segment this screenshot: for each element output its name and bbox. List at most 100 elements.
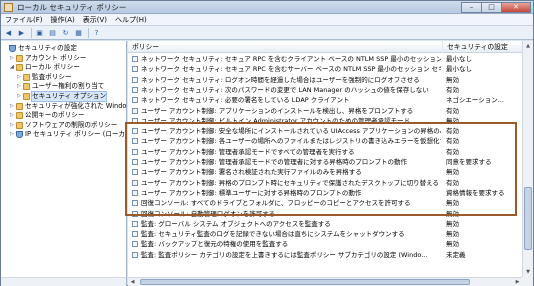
table-row[interactable]: ネットワーク セキュリティ: セキュア RPC を含むサーバー ベースの NTL… — [128, 64, 522, 74]
scroll-left-icon[interactable]: ◀ — [128, 278, 137, 286]
expander-icon[interactable]: ▷ — [17, 92, 22, 101]
policy-setting: ネゴシエーション... — [446, 96, 504, 105]
help-icon[interactable]: ? — [91, 28, 102, 38]
table-row[interactable]: 監査: 監査ポリシー カテゴリの設定を上書きするには監査ポリシー サブカテゴリの… — [128, 250, 522, 260]
horizontal-scroll-thumb[interactable] — [140, 279, 470, 285]
table-row[interactable]: 回復コンソール: 自動管理ログオンを許可する 無効 — [128, 209, 522, 219]
policy-icon — [132, 128, 138, 135]
policy-setting: 有効 — [446, 106, 459, 115]
policy-setting: 無効 — [446, 199, 459, 208]
policy-name: 回復コンソール: 自動管理ログオンを許可する — [141, 209, 276, 218]
menu-help[interactable]: ヘルプ(H) — [111, 14, 151, 25]
tree-item[interactable]: ▷ 監査ポリシー — [17, 73, 72, 82]
table-row[interactable]: ネットワーク セキュリティ: ログオン時間を経過した場合はユーザーを強制的にログ… — [128, 75, 522, 85]
tree-horizontal-scrollbar[interactable] — [1, 277, 127, 286]
table-row[interactable]: ネットワーク セキュリティ: セキュア RPC を含むクライアント ベースの N… — [128, 54, 522, 64]
table-row[interactable]: ネットワーク セキュリティ: 次のパスワードの変更で LAN Manager の… — [128, 85, 522, 95]
policy-name: ネットワーク セキュリティ: ログオン時間を経過した場合はユーザーを強制的にログ… — [141, 75, 420, 84]
tree-item[interactable]: ▷ IP セキュリティ ポリシー (ローカル — [10, 130, 126, 139]
column-header-setting[interactable]: セキュリティの設定 — [443, 41, 522, 53]
expander-icon[interactable]: ▷ — [10, 121, 15, 130]
expander-icon[interactable]: ▷ — [10, 102, 15, 111]
policy-name: 監査: 監査ポリシー カテゴリの設定を上書きするには監査ポリシー サブカテゴリの… — [141, 250, 428, 259]
tree-item[interactable]: ▷ アカウント ポリシー — [10, 54, 86, 63]
policy-name: ネットワーク セキュリティ: 次のパスワードの変更で LAN Manager の… — [141, 85, 429, 94]
table-row[interactable]: ユーザー アカウント制御: 管理者承認モードでの管理者に対する昇格時のプロンプト… — [128, 157, 522, 167]
policy-icon — [132, 189, 138, 196]
expander-icon[interactable]: ▷ — [17, 73, 22, 82]
policy-list: ポリシー セキュリティの設定 ネットワーク セキュリティ: セキュア RPC を… — [128, 41, 522, 277]
minimize-button[interactable]: – — [461, 2, 481, 13]
tree-item[interactable]: ▷ セキュリティが強化された Windows — [10, 101, 127, 111]
table-row[interactable]: ユーザー アカウント制御: 各ユーザーの場所へのファイルまたはレジストリの書き込… — [128, 136, 522, 146]
show-hide-tree-icon[interactable]: ▤ — [47, 28, 58, 38]
up-icon[interactable]: ▣ — [34, 28, 45, 38]
export-icon[interactable]: ▦ — [73, 28, 84, 38]
policy-icon — [132, 179, 138, 186]
expander-icon[interactable]: ▷ — [10, 130, 15, 139]
table-row[interactable]: 監査: バックアップと復元の特権の使用を監査する 無効 — [128, 239, 522, 249]
tree-item[interactable]: ▷ ユーザー権利の割り当て — [17, 82, 104, 91]
vertical-scrollbar[interactable]: ▲ ▼ — [522, 41, 533, 277]
column-header-policy[interactable]: ポリシー — [128, 41, 443, 53]
policy-icon — [132, 169, 138, 176]
maximize-button[interactable]: □ — [481, 2, 501, 13]
tree-item[interactable]: セキュリティの設定 — [3, 44, 77, 53]
policy-name: ユーザー アカウント制御: 各ユーザーの場所へのファイルまたはレジストリの書き込… — [141, 137, 441, 146]
shield-icon — [9, 45, 16, 52]
expander-icon[interactable]: ▷ — [10, 111, 15, 120]
table-row[interactable]: 回復コンソール: すべてのドライブとフォルダに、フロッピーのコピーとアクセスを許… — [128, 198, 522, 208]
menu-view[interactable]: 表示(V) — [79, 14, 111, 25]
menu-file[interactable]: ファイル(F) — [1, 14, 47, 25]
forward-icon[interactable]: ▶ — [16, 28, 27, 38]
table-row[interactable]: ユーザー アカウント制御: 標準ユーザーに対する昇格時のプロンプトの動作 資格情報… — [128, 188, 522, 198]
policy-name: 監査: グローバル システム オブジェクトへのアクセスを監査する — [141, 219, 331, 228]
table-row[interactable]: 監査: グローバル システム オブジェクトへのアクセスを監査する 無効 — [128, 219, 522, 229]
policy-setting: 最小なし — [446, 65, 472, 74]
table-row[interactable]: 監査: セキュリティ監査のログを記録できない場合は直ちにシステムをシャットダウン… — [128, 229, 522, 239]
expander-icon[interactable]: ▷ — [17, 82, 22, 91]
policy-name: ユーザー アカウント制御: ビルトイン Administrator アカウントの… — [141, 116, 411, 125]
tree-item[interactable]: ▷ 公開キーのポリシー — [10, 111, 84, 120]
folder-icon — [16, 121, 23, 129]
policy-setting: 無効 — [446, 75, 459, 84]
list-header: ポリシー セキュリティの設定 — [128, 41, 522, 53]
expander-icon[interactable]: ◢ — [10, 63, 15, 72]
close-button[interactable]: ✕ — [501, 2, 531, 13]
table-row[interactable]: ユーザー アカウント制御: 昇格のプロンプト時にセキュリティで保護されたデスクト… — [128, 178, 522, 188]
policy-name: 監査: バックアップと復元の特権の使用を監査する — [141, 240, 289, 249]
table-row[interactable]: ユーザー アカウント制御: 署名され検証された実行ファイルのみを昇格する 無効 — [128, 167, 522, 177]
policy-setting: 無効 — [446, 116, 459, 125]
toolbar: ◀ ▶ ▣ ▤ ↻ ▦ ? — [1, 26, 533, 40]
table-row[interactable]: ユーザー アカウント制御: 管理者承認モードですべての管理者を実行する 有効 — [128, 147, 522, 157]
table-row[interactable]: ネットワーク セキュリティ: 必要の署名をしている LDAP クライアント ネゴシ… — [128, 95, 522, 105]
policy-setting: 最小なし — [446, 55, 472, 63]
scrollbar-corner — [522, 277, 533, 286]
tree-item[interactable]: ▷ セキュリティ オプション — [17, 91, 108, 102]
policy-name: ユーザー アカウント制御: 標準ユーザーに対する昇格時のプロンプトの動作 — [141, 188, 362, 197]
scroll-right-icon[interactable]: ▶ — [513, 278, 522, 286]
folder-icon — [16, 54, 23, 62]
table-row[interactable]: ユーザー アカウント制御: ビルトイン Administrator アカウントの… — [128, 116, 522, 126]
refresh-icon[interactable]: ↻ — [60, 28, 71, 38]
table-row[interactable]: ユーザー アカウント制御: アプリケーションのインストールを検出し、昇格をプロン… — [128, 106, 522, 116]
back-icon[interactable]: ◀ — [3, 28, 14, 38]
scroll-thumb[interactable] — [524, 187, 532, 250]
table-row[interactable]: ユーザー アカウント制御: 安全な場所にインストールされている UIAccess… — [128, 126, 522, 136]
scroll-up-icon[interactable]: ▲ — [523, 41, 533, 51]
menu-action[interactable]: 操作(A) — [47, 14, 79, 25]
policy-icon — [132, 66, 138, 73]
policy-setting: 有効 — [446, 127, 459, 136]
policy-icon — [132, 76, 138, 83]
tree-item[interactable]: ▷ ソフトウェアの制限のポリシー — [10, 121, 117, 130]
tree-item[interactable]: ◢ ローカル ポリシー — [10, 63, 80, 72]
tree-item-label: セキュリティが強化された Windows — [25, 101, 127, 110]
policy-icon — [132, 107, 138, 114]
scroll-down-icon[interactable]: ▼ — [523, 267, 533, 277]
policy-icon — [132, 210, 138, 217]
policy-name: ユーザー アカウント制御: 管理者承認モードですべての管理者を実行する — [141, 147, 355, 156]
policy-icon — [132, 200, 138, 207]
policy-setting: 無効 — [446, 240, 459, 249]
horizontal-scrollbar[interactable]: ◀ ▶ — [128, 277, 522, 286]
expander-icon[interactable]: ▷ — [10, 54, 15, 63]
